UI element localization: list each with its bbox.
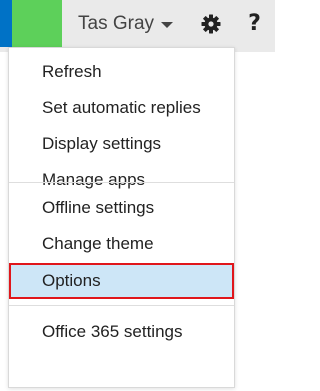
app-tile[interactable] xyxy=(12,0,62,47)
menu-item-set-automatic-replies[interactable]: Set automatic replies xyxy=(9,90,234,126)
menu-item-refresh[interactable]: Refresh xyxy=(9,54,234,90)
help-icon: ? xyxy=(248,11,261,36)
user-name: Tas Gray xyxy=(78,12,155,34)
top-bar: Tas Gray ? xyxy=(0,0,275,52)
user-menu-button[interactable]: Tas Gray xyxy=(62,0,187,47)
gear-icon xyxy=(201,14,221,33)
menu-divider xyxy=(9,305,234,306)
menu-item-display-settings[interactable]: Display settings xyxy=(9,126,234,162)
caret-down-icon xyxy=(161,22,174,28)
help-button[interactable]: ? xyxy=(234,0,275,47)
menu-divider xyxy=(9,182,234,183)
menu-item-options[interactable]: Options xyxy=(9,263,234,299)
menu-item-change-theme[interactable]: Change theme xyxy=(9,226,234,262)
settings-dropdown-menu: Refresh Set automatic replies Display se… xyxy=(8,47,235,388)
menu-item-office-365-settings[interactable]: Office 365 settings xyxy=(9,314,234,350)
app-accent-strip xyxy=(0,0,12,47)
settings-button[interactable] xyxy=(190,0,232,47)
menu-item-offline-settings[interactable]: Offline settings xyxy=(9,190,234,226)
